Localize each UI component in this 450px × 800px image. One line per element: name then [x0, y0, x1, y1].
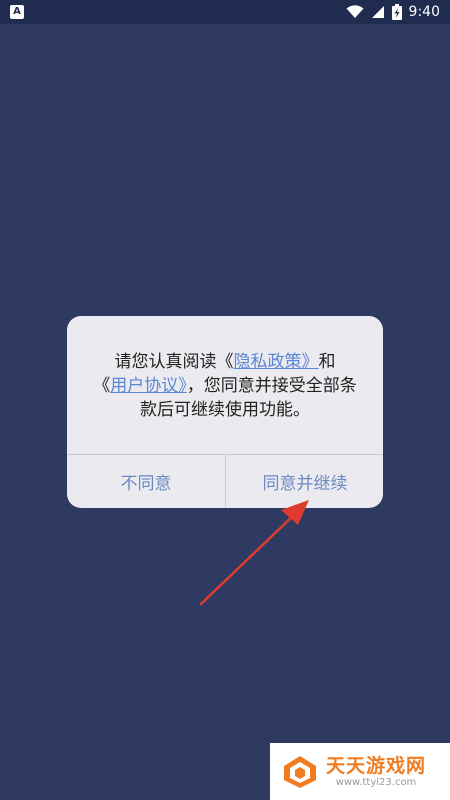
- notification-app-icon: A: [10, 5, 24, 19]
- user-agreement-link[interactable]: 用户协议》: [110, 376, 187, 396]
- message-text-3: 《: [93, 376, 111, 396]
- watermark-logo-icon: [284, 755, 316, 788]
- signal-icon: [371, 5, 385, 19]
- site-watermark: 天天游戏网 www.ttyl23.com: [270, 743, 450, 800]
- notification-app-letter: A: [13, 6, 21, 17]
- message-text-2: 和: [318, 352, 336, 372]
- watermark-title: 天天游戏网: [326, 754, 427, 777]
- dialog-message: 请您认真阅读《隐私政策》和 《用户协议》，您同意并接受全部条款后可继续使用功能。: [91, 350, 359, 422]
- wifi-icon: [346, 5, 364, 19]
- agree-and-continue-button[interactable]: 同意并继续: [226, 455, 383, 508]
- battery-charging-icon: [391, 4, 402, 20]
- privacy-policy-link[interactable]: 隐私政策》: [234, 352, 319, 372]
- watermark-text: 天天游戏网 www.ttyl23.com: [326, 755, 426, 789]
- status-bar: A 9:40: [0, 0, 450, 24]
- status-icons: 9:40: [346, 0, 440, 24]
- privacy-dialog: 请您认真阅读《隐私政策》和 《用户协议》，您同意并接受全部条款后可继续使用功能。 …: [67, 316, 383, 508]
- watermark-url: www.ttyl23.com: [335, 776, 417, 788]
- status-time: 9:40: [408, 4, 440, 20]
- message-text-1: 请您认真阅读《: [114, 352, 234, 372]
- disagree-button[interactable]: 不同意: [67, 455, 225, 508]
